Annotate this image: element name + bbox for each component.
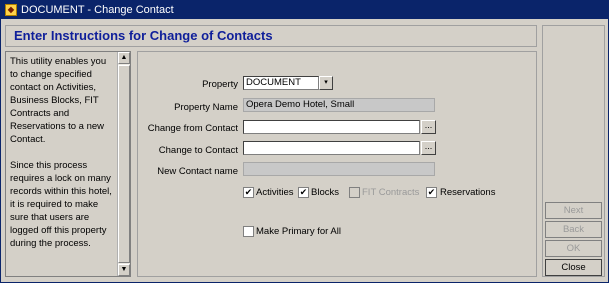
close-button[interactable]: Close [545, 259, 602, 276]
property-name-label: Property Name [174, 102, 238, 113]
change-to-contact-label: Change to Contact [158, 145, 238, 156]
activities-checkbox[interactable]: ✔ [243, 187, 254, 198]
window-title: DOCUMENT - Change Contact [21, 4, 174, 16]
instructions-scrollbar[interactable]: ▲ ▼ [117, 52, 130, 276]
change-from-contact-lookup-button[interactable]: ... [421, 120, 436, 134]
chevron-down-icon: ▾ [324, 79, 328, 86]
change-to-contact-lookup-button[interactable]: ... [421, 141, 436, 155]
back-button: Back [545, 221, 602, 238]
blocks-label: Blocks [311, 187, 339, 198]
change-contact-window: ◆ DOCUMENT - Change Contact Enter Instru… [0, 0, 609, 283]
instructions-text: This utility enables you to change speci… [10, 56, 112, 249]
checkmark-icon: ✔ [244, 187, 253, 197]
change-from-contact-label: Change from Contact [147, 123, 238, 134]
make-primary-checkbox[interactable] [243, 226, 254, 237]
property-name-field: Opera Demo Hotel, Small [243, 98, 435, 112]
new-contact-name-label: New Contact name [157, 166, 238, 177]
instructions-header: Enter Instructions for Change of Contact… [5, 25, 537, 47]
next-button: Next [545, 202, 602, 219]
title-bar: ◆ DOCUMENT - Change Contact [1, 1, 608, 19]
new-contact-name-field [243, 162, 435, 176]
scroll-thumb[interactable] [118, 65, 130, 263]
change-contact-form: Property DOCUMENT ▾ Property Name Opera … [137, 51, 537, 277]
fit-contracts-checkbox [349, 187, 360, 198]
ellipsis-icon: ... [424, 120, 433, 130]
checkmark-icon: ✔ [427, 187, 436, 197]
action-button-panel: Next Back OK Close [542, 25, 605, 277]
scroll-down-icon[interactable]: ▼ [118, 264, 130, 276]
activities-label: Activities [256, 187, 294, 198]
scroll-up-icon[interactable]: ▲ [118, 52, 130, 64]
checkmark-icon: ✔ [299, 187, 308, 197]
property-field[interactable]: DOCUMENT [243, 76, 319, 90]
make-primary-label: Make Primary for All [256, 226, 341, 237]
property-label: Property [202, 79, 238, 90]
change-from-contact-field[interactable] [243, 120, 420, 134]
fit-contracts-label: FIT Contracts [362, 187, 420, 198]
reservations-checkbox[interactable]: ✔ [426, 187, 437, 198]
property-dropdown-button[interactable]: ▾ [319, 76, 333, 90]
change-to-contact-field[interactable] [243, 141, 420, 155]
ellipsis-icon: ... [424, 141, 433, 151]
instructions-panel: This utility enables you to change speci… [5, 51, 131, 277]
reservations-label: Reservations [440, 187, 496, 198]
ok-button: OK [545, 240, 602, 257]
blocks-checkbox[interactable]: ✔ [298, 187, 309, 198]
app-icon: ◆ [5, 4, 17, 16]
